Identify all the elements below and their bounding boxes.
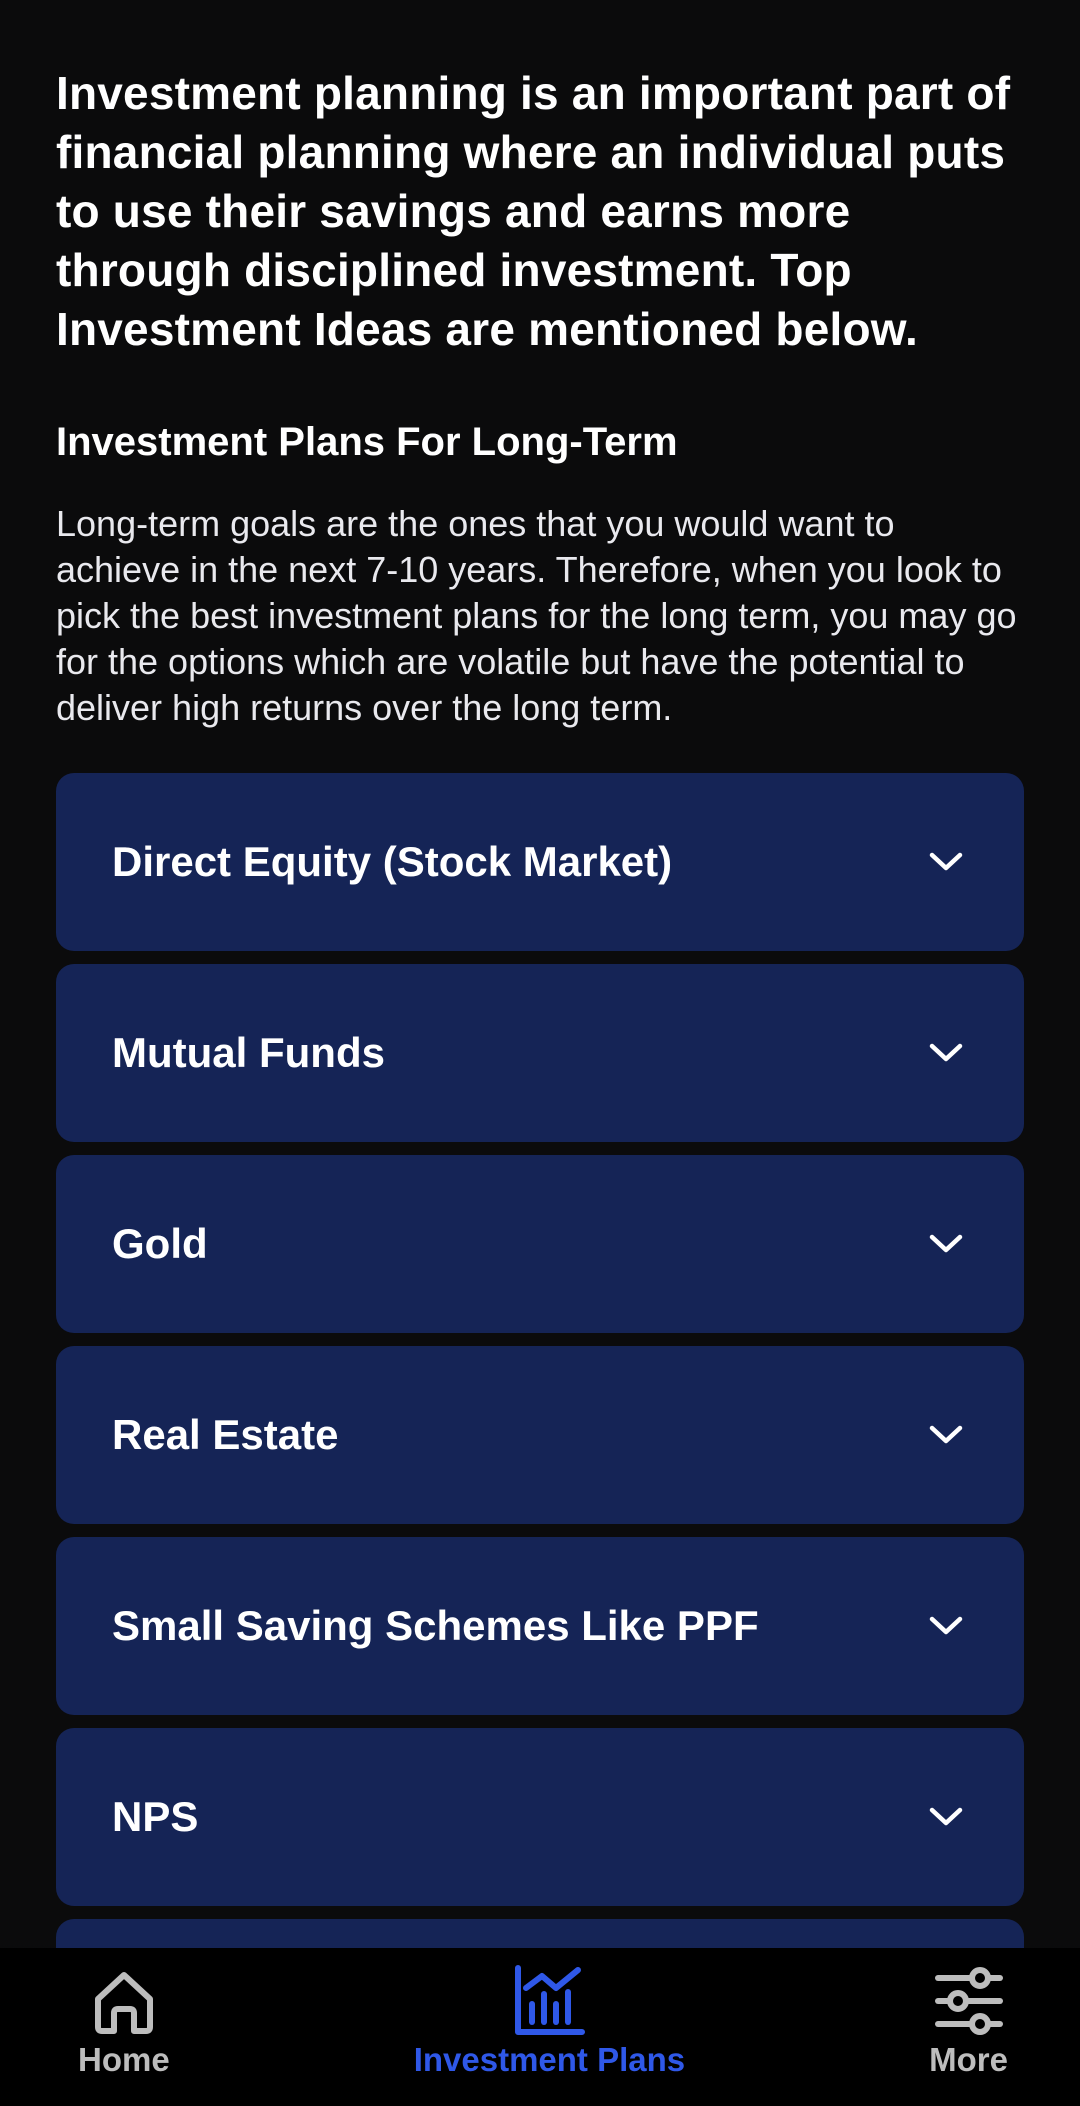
intro-text: Investment planning is an important part… [56,67,1011,355]
accordion-item-label: Small Saving Schemes Like PPF [112,1602,759,1649]
nav-item-investment-plans[interactable]: Investment Plans [414,1948,685,2080]
accordion-item-gold[interactable]: Gold [56,1155,1024,1333]
accordion-item-label: Real Estate [112,1411,339,1458]
accordion-item-real-estate[interactable]: Real Estate [56,1346,1024,1524]
accordion-item-small-saving-schemes[interactable]: Small Saving Schemes Like PPF [56,1537,1024,1715]
accordion-item-partial[interactable] [56,1919,1024,1948]
bar-chart-icon [512,1964,586,2038]
nav-item-label: More [929,2041,1008,2078]
nav-item-home[interactable]: Home [78,1948,170,2080]
investment-accordion: Direct Equity (Stock Market) Mutual Fund… [56,773,1024,1948]
chevron-down-icon[interactable] [926,1797,966,1837]
main-content: Investment planning is an important part… [56,0,1024,1948]
chevron-down-icon[interactable] [926,1224,966,1264]
section-title: Investment Plans For Long-Term [56,420,678,464]
accordion-item-mutual-funds[interactable]: Mutual Funds [56,964,1024,1142]
accordion-item-label: Gold [112,1220,208,1267]
bottom-navigation: Home Investment Plans More [0,1948,1080,2106]
nav-item-label: Investment Plans [413,2041,686,2078]
nav-item-more[interactable]: More [929,1948,1008,2080]
accordion-item-label: Direct Equity (Stock Market) [112,838,673,885]
home-icon [87,1964,161,2038]
chevron-down-icon[interactable] [926,1033,966,1073]
accordion-item-nps[interactable]: NPS [56,1728,1024,1906]
chevron-down-icon[interactable] [926,1415,966,1455]
section-description: Long-term goals are the ones that you wo… [56,503,1017,728]
chevron-down-icon[interactable] [926,1606,966,1646]
accordion-item-label: NPS [112,1793,199,1840]
sliders-icon [932,1964,1006,2038]
chevron-down-icon[interactable] [926,842,966,882]
accordion-item-direct-equity[interactable]: Direct Equity (Stock Market) [56,773,1024,951]
nav-item-label: Home [78,2041,170,2078]
accordion-item-label: Mutual Funds [112,1029,385,1076]
